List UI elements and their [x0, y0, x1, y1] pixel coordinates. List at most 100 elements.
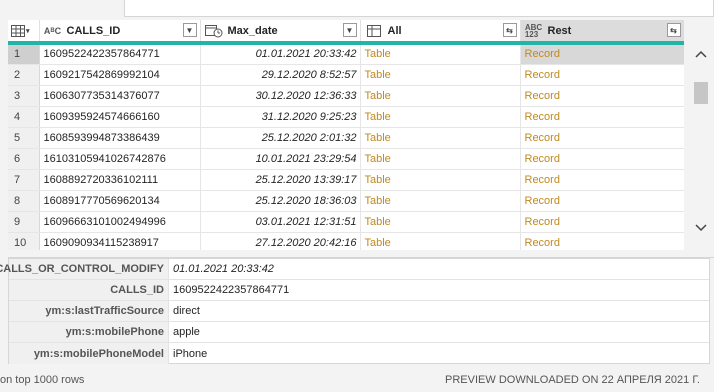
cell-rest-link[interactable]: Record: [520, 106, 684, 128]
header-row: ▾ ABC CALLS_ID ▼ Max_date ▼ All ⇆ ABC 12…: [8, 20, 684, 45]
cell-max-date: 30.12.2020 12:36:33: [200, 85, 361, 107]
cell-all-link[interactable]: Table: [360, 148, 521, 170]
cell-max-date: 25.12.2020 18:36:03: [200, 190, 361, 212]
detail-value: apple: [173, 326, 200, 338]
cell-calls-id: 1608892720336102111: [39, 169, 201, 191]
column-header-label: All: [387, 24, 402, 37]
text-type-icon: ABC: [43, 25, 62, 36]
column-header-calls-id[interactable]: ABC CALLS_ID ▼: [39, 20, 201, 45]
cell-all-link[interactable]: Table: [360, 85, 521, 107]
cell-max-date: 31.12.2020 9:25:23: [200, 106, 361, 128]
cell-max-date: 25.12.2020 2:01:32: [200, 127, 361, 149]
cell-calls-id: 1609217542869992104: [39, 64, 201, 86]
detail-value: direct: [173, 305, 200, 317]
cell-all-link[interactable]: Table: [360, 190, 521, 212]
cell-calls-id: 1608593994873386439: [39, 127, 201, 149]
table-row[interactable]: 2 1609217542869992104 29.12.2020 8:52:57 Ta…: [8, 64, 684, 86]
detail-key: ym:s:mobilePhone: [9, 322, 169, 342]
status-left-text: on top 1000 rows: [0, 374, 85, 386]
cell-all-link[interactable]: Table: [360, 64, 521, 86]
scrollbar-thumb[interactable]: [694, 82, 708, 104]
cell-calls-id: 1609090934115238917: [39, 232, 201, 250]
cell-max-date: 01.01.2021 20:33:42: [200, 43, 361, 65]
table-row[interactable]: 10 1609090934115238917 27.12.2020 20:42:16…: [8, 232, 684, 250]
detail-row: ym:s:mobilePhoneModel iPhone: [9, 343, 709, 364]
column-header-label: Max_date: [227, 24, 278, 37]
cell-rest-link[interactable]: Record: [520, 85, 684, 107]
cell-max-date: 03.01.2021 12:31:51: [200, 211, 361, 233]
expand-icon: ⇆: [670, 25, 677, 35]
row-number: 7: [8, 169, 40, 191]
table-row[interactable]: 5 1608593994873386439 25.12.2020 2:01:32 Ta…: [8, 127, 684, 149]
date-time-icon: [204, 24, 224, 38]
cell-rest-link[interactable]: Record: [520, 43, 684, 65]
cell-rest-link[interactable]: Record: [520, 148, 684, 170]
cell-rest-link[interactable]: Record: [520, 232, 684, 250]
table-row[interactable]: 9 1609666310100249499­6 03.01.2021 12:31:5…: [8, 211, 684, 233]
detail-row: CALLS_ID 1609522422357864771: [9, 280, 709, 301]
cell-rest-link[interactable]: Record: [520, 190, 684, 212]
filter-dropdown-button[interactable]: ▼: [342, 23, 357, 37]
detail-key: ym:s:lastTrafficSource: [9, 301, 169, 321]
scroll-up-icon[interactable]: [695, 48, 707, 60]
row-number: 3: [8, 85, 40, 107]
table-row[interactable]: 8 1608917770569620134 25.12.2020 18:36:03 T…: [8, 190, 684, 212]
table-row[interactable]: 4 1609395924574666160 31.12.2020 9:25:23 Ta…: [8, 106, 684, 128]
formula-bar[interactable]: [124, 0, 714, 17]
cell-rest-link[interactable]: Record: [520, 169, 684, 191]
cell-all-link[interactable]: Table: [360, 43, 521, 65]
cell-max-date: 27.12.2020 20:42:16: [200, 232, 361, 250]
status-bar: on top 1000 rows PREVIEW DOWNLOADED ON 2…: [0, 368, 714, 392]
row-number: 4: [8, 106, 40, 128]
cell-max-date: 25.12.2020 13:39:17: [200, 169, 361, 191]
cell-rest-link[interactable]: Record: [520, 64, 684, 86]
table-icon: [364, 24, 384, 38]
cell-calls-id: 1609395924574666160: [39, 106, 201, 128]
table-row[interactable]: 7 1608892720336102111 25.12.2020 13:39:17 T…: [8, 169, 684, 191]
data-grid: ▾ ABC CALLS_ID ▼ Max_date ▼ All ⇆ ABC 12…: [8, 20, 684, 250]
detail-row: ym:s:lastTrafficSource direct: [9, 301, 709, 322]
scroll-down-icon[interactable]: [695, 222, 707, 234]
cell-all-link[interactable]: Table: [360, 211, 521, 233]
cell-all-link[interactable]: Table: [360, 232, 521, 250]
status-right-text: PREVIEW DOWNLOADED ON 22 АПРЕЛЯ 2021 Г.: [445, 374, 700, 386]
cell-all-link[interactable]: Table: [360, 106, 521, 128]
detail-key: CALLS_ID: [9, 280, 169, 300]
column-header-max-date[interactable]: Max_date ▼: [200, 20, 361, 45]
detail-pane-splitter[interactable]: [8, 250, 714, 258]
expand-icon: ⇆: [506, 25, 513, 35]
column-header-rest[interactable]: ABC 123 Rest ⇆: [520, 20, 684, 45]
record-detail-pane: CALLS_OR_CONTROL_MODIFY 01.01.2021 20:33…: [0, 258, 710, 364]
table-icon: [11, 24, 25, 37]
cell-rest-link[interactable]: Record: [520, 127, 684, 149]
cell-calls-id: 1608917770569620134: [39, 190, 201, 212]
filter-dropdown-button[interactable]: ▼: [182, 23, 197, 37]
column-header-label: CALLS_ID: [66, 24, 121, 37]
row-number: 8: [8, 190, 40, 212]
table-menu-button[interactable]: ▾: [8, 20, 40, 45]
table-row[interactable]: 3 1606307735314376077 30.12.2020 12:36:33 T…: [8, 85, 684, 107]
any-type-icon: ABC 123: [524, 22, 543, 39]
cell-all-link[interactable]: Table: [360, 169, 521, 191]
cell-all-link[interactable]: Table: [360, 127, 521, 149]
row-number: 5: [8, 127, 40, 149]
expand-column-button[interactable]: ⇆: [502, 23, 517, 37]
table-row[interactable]: 1 1609522422357864771 01.01.2021 20:33:42 T…: [8, 43, 684, 65]
detail-key: CALLS_OR_CONTROL_MODIFY: [0, 259, 169, 279]
chevron-down-icon: ▾: [26, 27, 30, 35]
formula-bar-area: [0, 0, 714, 20]
vertical-scrollbar[interactable]: [688, 44, 714, 250]
detail-value: iPhone: [173, 347, 208, 360]
cell-rest-link[interactable]: Record: [520, 211, 684, 233]
cell-max-date: 29.12.2020 8:52:57: [200, 64, 361, 86]
detail-key: ym:s:mobilePhoneModel: [9, 343, 169, 364]
chevron-down-icon: ▼: [185, 25, 194, 35]
row-number: 2: [8, 64, 40, 86]
row-number: 10: [8, 232, 40, 250]
detail-value: 01.01.2021 20:33:42: [173, 263, 274, 275]
row-number: 9: [8, 211, 40, 233]
expand-column-button[interactable]: ⇆: [666, 23, 681, 37]
column-header-all[interactable]: All ⇆: [360, 20, 521, 45]
table-row[interactable]: 6 1610310594102674287­6 10.01.2021 23:29:5…: [8, 148, 684, 170]
chevron-down-icon: ▼: [345, 25, 354, 35]
